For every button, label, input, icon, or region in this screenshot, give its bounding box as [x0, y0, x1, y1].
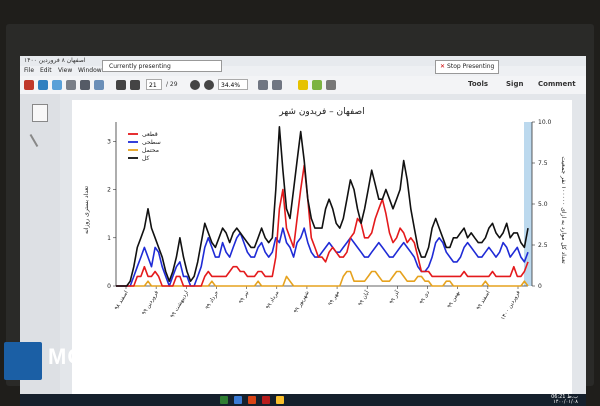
comment-button[interactable]: Comment: [538, 80, 576, 88]
next-page-icon[interactable]: [130, 80, 140, 90]
y-tick-label: 2: [107, 187, 111, 194]
menu-edit[interactable]: Edit: [40, 67, 52, 74]
email-icon[interactable]: [94, 80, 104, 90]
menu-file[interactable]: File: [24, 67, 34, 74]
cloud-icon[interactable]: [52, 80, 62, 90]
print-icon[interactable]: [80, 80, 90, 90]
tools-button[interactable]: Tools: [468, 80, 488, 88]
y2-tick-label: 0: [538, 283, 542, 290]
pages-panel-icon[interactable]: [32, 104, 48, 122]
acrobat-icon[interactable]: [262, 396, 270, 404]
stop-icon: ✕: [440, 63, 446, 70]
legend-label: سطحی: [142, 139, 161, 146]
watermark-agency: NEWSAGENCY: [100, 348, 173, 359]
y2-axis-label: تعداد کل موارد به ازای ۱۰۰۰۰۰ نفر جمعیت: [560, 156, 567, 264]
y2-tick-label: 7.5: [538, 160, 548, 167]
create-pdf-icon[interactable]: [24, 80, 34, 90]
fit-page-icon[interactable]: [272, 80, 282, 90]
window-title: اصفهان ۸ فروردین ۱۴۰۰: [24, 57, 86, 64]
word-icon[interactable]: [234, 396, 242, 404]
y-tick-label: 0: [107, 283, 111, 290]
y2-tick-label: 10.0: [538, 119, 552, 126]
watermark-moj: MOJ: [48, 344, 99, 369]
chart-title: اصفهان – فریدون شهر: [278, 107, 364, 117]
menu-view[interactable]: View: [58, 67, 72, 74]
prev-page-icon[interactable]: [116, 80, 126, 90]
comment-icon[interactable]: [298, 80, 308, 90]
page-total: / 29: [166, 81, 178, 88]
clock: 06:21 ب.ظ ۱۴۰۰/۰۱/۰۸: [551, 395, 578, 405]
powerpoint-icon[interactable]: [248, 396, 256, 404]
zoom-input[interactable]: 34.4%: [218, 79, 248, 90]
attachment-icon[interactable]: [29, 126, 51, 148]
save-icon[interactable]: [66, 80, 76, 90]
y2-tick-label: 5.0: [538, 201, 548, 208]
monitor-frame: اصفهان ۸ فروردین ۱۴۰۰ File Edit View Win…: [6, 24, 594, 406]
stop-presenting-label: Stop Presenting: [447, 63, 495, 70]
y2-tick-label: 2.5: [538, 242, 548, 249]
open-icon[interactable]: [38, 80, 48, 90]
zoom-in-icon[interactable]: [204, 80, 214, 90]
sign-button[interactable]: Sign: [506, 80, 523, 88]
legend-label: محتمل: [142, 147, 159, 154]
excel-icon[interactable]: [220, 396, 228, 404]
presenting-tab[interactable]: Currently presenting: [102, 60, 222, 72]
folder-icon[interactable]: [276, 396, 284, 404]
y-tick-label: 1: [107, 235, 111, 242]
pdf-toolbar: 21 / 29 34.4% Tools Sign Comment: [20, 76, 586, 95]
legend-label: کل: [142, 155, 150, 162]
sign-icon[interactable]: [326, 80, 336, 90]
y-axis-label: تعداد بستری روزانه: [83, 186, 90, 234]
taskbar: 06:21 ب.ظ ۱۴۰۰/۰۱/۰۸: [20, 394, 586, 406]
fit-width-icon[interactable]: [258, 80, 268, 90]
moj-logo-icon: [4, 342, 42, 380]
news-watermark: MOJ NEWSAGENCY Mojtaba.Jahanbakhsh: [4, 340, 214, 384]
legend-label: قطعی: [142, 131, 158, 138]
watermark-author: Mojtaba.Jahanbakhsh: [100, 364, 189, 374]
clock-date: ۱۴۰۰/۰۱/۰۸: [553, 399, 578, 405]
highlight-icon[interactable]: [312, 80, 322, 90]
y-tick-label: 3: [107, 138, 111, 145]
zoom-out-icon[interactable]: [190, 80, 200, 90]
page-number-input[interactable]: 21: [146, 79, 162, 90]
stop-presenting-button[interactable]: ✕ Stop Presenting: [435, 60, 500, 74]
menu-window[interactable]: Window: [78, 67, 102, 74]
